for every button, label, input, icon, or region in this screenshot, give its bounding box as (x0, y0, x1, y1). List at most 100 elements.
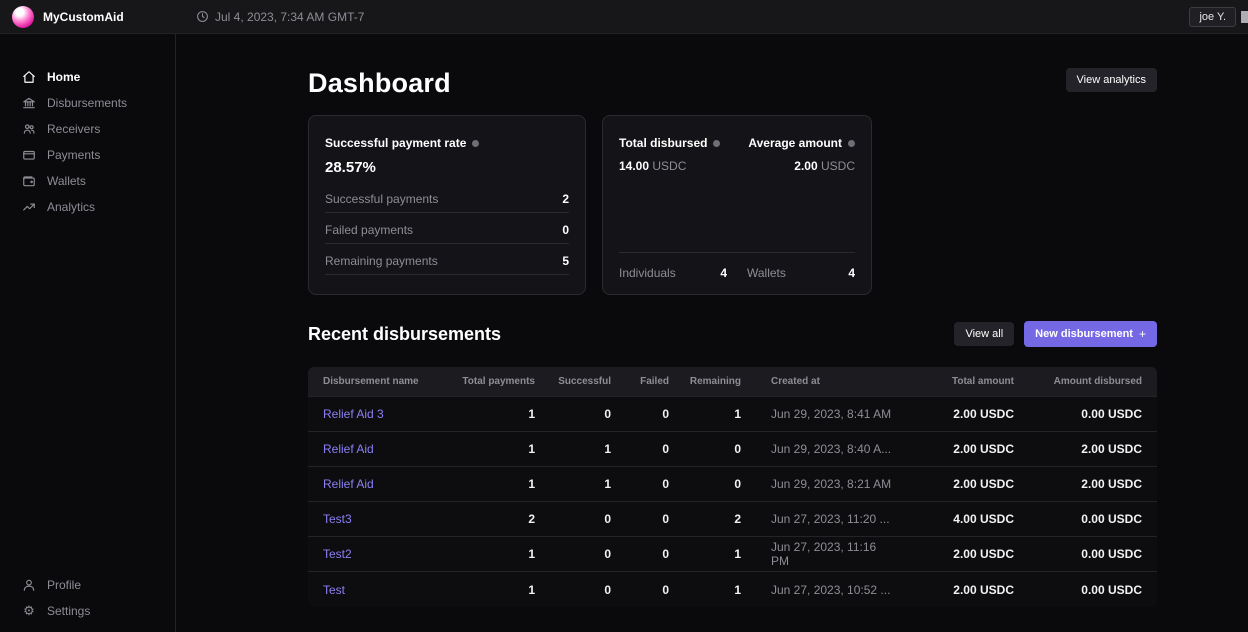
brand-logo-icon (12, 6, 34, 28)
created-at-cell: Jun 29, 2023, 8:41 AM (741, 407, 894, 421)
info-icon[interactable] (713, 140, 720, 147)
payment-rate-title-text: Successful payment rate (325, 136, 466, 150)
info-icon[interactable] (848, 140, 855, 147)
receivers-icon (22, 122, 36, 136)
amount-disbursed-cell: 2.00 USDC (1014, 477, 1142, 491)
sidebar-item-label: Receivers (47, 122, 100, 136)
table-row[interactable]: Relief Aid 3 1 0 0 1 Jun 29, 2023, 8:41 … (308, 397, 1157, 432)
total-payments-cell: 1 (453, 547, 535, 561)
topbar: MyCustomAid Jul 4, 2023, 7:34 AM GMT-7 j… (0, 0, 1248, 34)
sidebar-item-disbursements[interactable]: Disbursements (0, 90, 175, 116)
recent-title: Recent disbursements (308, 324, 501, 345)
disbursement-name-link[interactable]: Relief Aid (323, 477, 453, 491)
disbursement-name-link[interactable]: Test3 (323, 512, 453, 526)
page-title: Dashboard (308, 68, 451, 99)
failed-cell: 0 (611, 512, 669, 526)
disbursement-name-link[interactable]: Relief Aid 3 (323, 407, 453, 421)
sidebar-item-label: Profile (47, 578, 81, 592)
sidebar: Home Disbursements Receivers Payments Wa… (0, 34, 176, 632)
total-payments-cell: 2 (453, 512, 535, 526)
table-row[interactable]: Relief Aid 1 1 0 0 Jun 29, 2023, 8:21 AM… (308, 467, 1157, 502)
wallets-label: Wallets (747, 266, 786, 280)
remaining-cell: 1 (669, 583, 741, 597)
stat-value: 2 (562, 192, 569, 206)
sidebar-item-analytics[interactable]: Analytics (0, 194, 175, 220)
disbursed-card-top: Total disbursed 14.00 USDC Average amoun… (619, 136, 855, 173)
individuals-label: Individuals (619, 266, 676, 280)
total-amount-cell: 2.00 USDC (894, 442, 1014, 456)
disbursement-name-link[interactable]: Test2 (323, 547, 453, 561)
total-disbursed-title-text: Total disbursed (619, 136, 707, 150)
stat-value: 0 (562, 223, 569, 237)
topbar-right: joe Y. (1189, 7, 1236, 27)
successful-cell: 0 (535, 547, 611, 561)
wallets-icon (22, 174, 36, 188)
average-amount-unit: USDC (821, 159, 855, 173)
average-amount-title-text: Average amount (748, 136, 842, 150)
summary-cards: Successful payment rate 28.57% Successfu… (308, 115, 1157, 295)
successful-cell: 0 (535, 407, 611, 421)
stat-label: Failed payments (325, 223, 413, 237)
analytics-icon (22, 200, 36, 214)
total-disbursed-unit: USDC (652, 159, 686, 173)
main-header: Dashboard View analytics (308, 68, 1157, 99)
app-root: MyCustomAid Jul 4, 2023, 7:34 AM GMT-7 j… (0, 0, 1248, 632)
sidebar-item-payments[interactable]: Payments (0, 142, 175, 168)
average-amount-title: Average amount (748, 136, 855, 150)
created-at-cell: Jun 27, 2023, 11:16 PM (741, 540, 894, 568)
datetime-text: Jul 4, 2023, 7:34 AM GMT-7 (215, 10, 364, 24)
new-disbursement-button[interactable]: New disbursement + (1024, 321, 1157, 347)
created-at-cell: Jun 29, 2023, 8:40 A... (741, 442, 894, 456)
successful-cell: 0 (535, 583, 611, 597)
failed-cell: 0 (611, 407, 669, 421)
average-amount-col: Average amount 2.00 USDC (748, 136, 855, 173)
created-at-cell: Jun 27, 2023, 11:20 ... (741, 512, 894, 526)
sidebar-item-home[interactable]: Home (0, 64, 175, 90)
disbursements-icon (22, 96, 36, 110)
datetime: Jul 4, 2023, 7:34 AM GMT-7 (196, 10, 364, 24)
sidebar-item-profile[interactable]: Profile (0, 572, 175, 598)
disbursement-name-link[interactable]: Test (323, 583, 453, 597)
disbursements-table: Disbursement name Total payments Success… (308, 367, 1157, 607)
created-at-cell: Jun 27, 2023, 10:52 ... (741, 583, 894, 597)
remaining-cell: 2 (669, 512, 741, 526)
total-payments-cell: 1 (453, 407, 535, 421)
view-analytics-button[interactable]: View analytics (1066, 68, 1158, 92)
plus-icon: + (1139, 327, 1146, 341)
table-row[interactable]: Test 1 0 0 1 Jun 27, 2023, 10:52 ... 2.0… (308, 572, 1157, 607)
clock-icon (196, 10, 209, 23)
user-menu-button[interactable]: joe Y. (1189, 7, 1236, 27)
average-amount-value: 2.00 USDC (748, 159, 855, 173)
remaining-cell: 0 (669, 477, 741, 491)
col-header: Failed (611, 376, 669, 387)
table-row[interactable]: Test3 2 0 0 2 Jun 27, 2023, 11:20 ... 4.… (308, 502, 1157, 537)
amount-disbursed-cell: 0.00 USDC (1014, 547, 1142, 561)
failed-cell: 0 (611, 442, 669, 456)
stat-label: Successful payments (325, 192, 438, 206)
sidebar-item-settings[interactable]: ⚙ Settings (0, 598, 175, 624)
total-amount-cell: 2.00 USDC (894, 407, 1014, 421)
table-row[interactable]: Relief Aid 1 1 0 0 Jun 29, 2023, 8:40 A.… (308, 432, 1157, 467)
view-all-button[interactable]: View all (954, 322, 1014, 346)
sidebar-item-receivers[interactable]: Receivers (0, 116, 175, 142)
failed-cell: 0 (611, 547, 669, 561)
disbursement-name-link[interactable]: Relief Aid (323, 442, 453, 456)
main-content: Dashboard View analytics Successful paym… (176, 34, 1248, 632)
payment-rate-value: 28.57% (325, 159, 569, 176)
col-header: Successful (535, 376, 611, 387)
table-row[interactable]: Test2 1 0 0 1 Jun 27, 2023, 11:16 PM 2.0… (308, 537, 1157, 572)
successful-cell: 1 (535, 442, 611, 456)
total-payments-cell: 1 (453, 583, 535, 597)
sidebar-footer: Profile ⚙ Settings (0, 572, 175, 624)
info-icon[interactable] (472, 140, 479, 147)
wallets-value: 4 (848, 266, 855, 280)
scrollbar-thumb[interactable] (1241, 11, 1248, 23)
recent-actions: View all New disbursement + (954, 321, 1157, 347)
sidebar-item-label: Home (47, 70, 80, 84)
successful-payments-row: Successful payments 2 (325, 182, 569, 213)
table-header-row: Disbursement name Total payments Success… (308, 367, 1157, 397)
payment-rate-card: Successful payment rate 28.57% Successfu… (308, 115, 586, 295)
col-header: Created at (741, 376, 894, 387)
col-header: Amount disbursed (1014, 376, 1142, 387)
sidebar-item-wallets[interactable]: Wallets (0, 168, 175, 194)
